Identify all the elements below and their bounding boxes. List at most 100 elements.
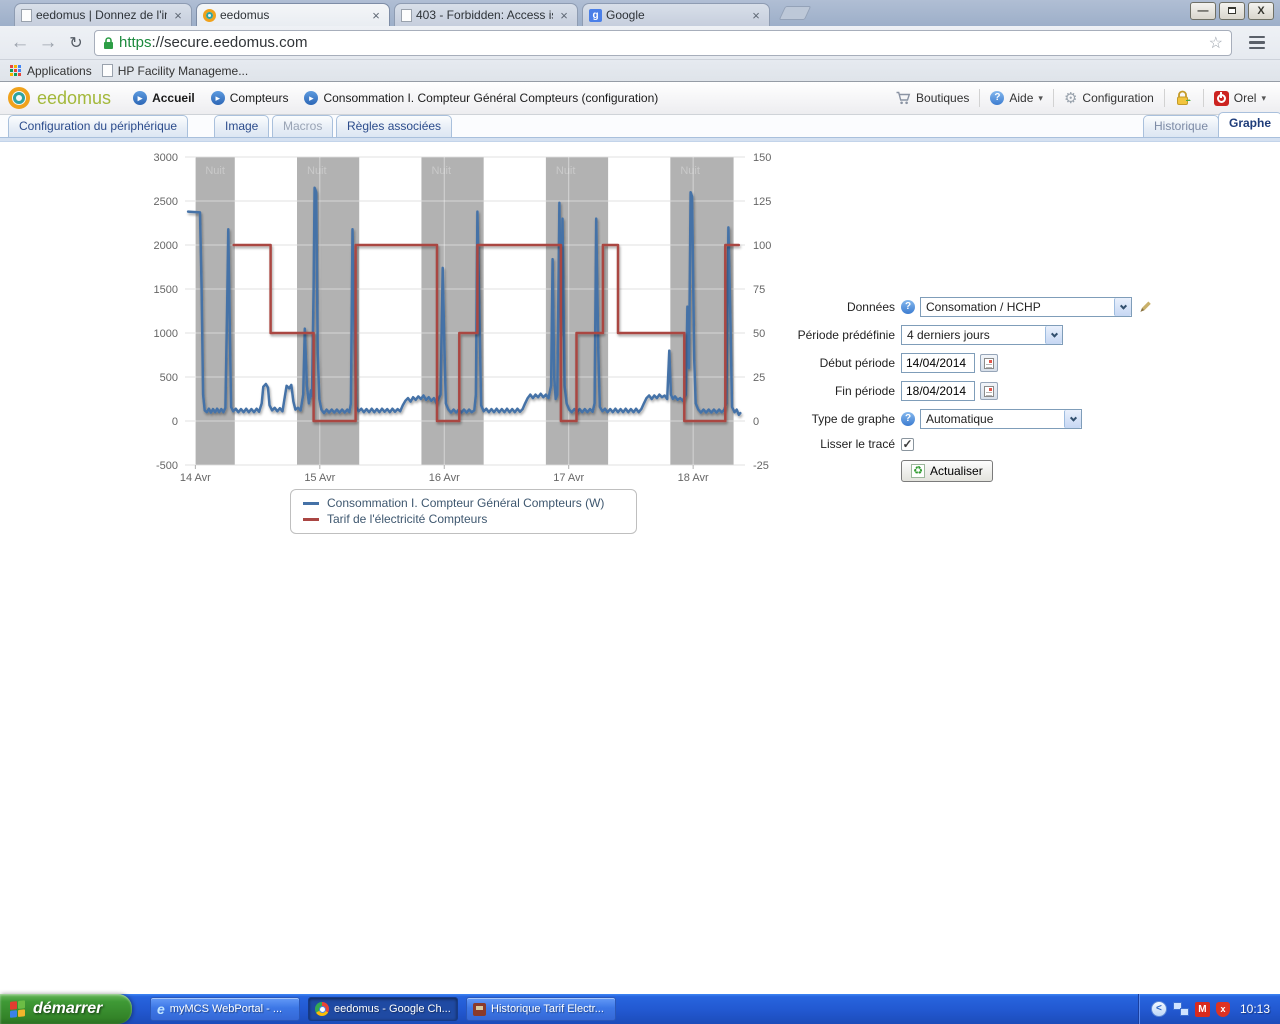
fin-date-input[interactable] (901, 381, 975, 401)
task-title: myMCS WebPortal - ... (170, 1003, 282, 1015)
boutiques-button[interactable]: Boutiques (885, 91, 979, 105)
tariff-line-swatch (303, 518, 319, 521)
browser-toolbar: ← → ↻ https://secure.eedomus.com ☆ (0, 26, 1280, 60)
legend-item-tariff[interactable]: Tarif de l'électricité Compteurs (303, 511, 624, 527)
browser-tab-1[interactable]: eedomus | Donnez de l'intelli × (14, 3, 192, 26)
select-arrow-icon[interactable] (1064, 410, 1081, 428)
back-icon[interactable]: ← (6, 32, 34, 54)
cart-icon (895, 91, 911, 105)
network-icon[interactable] (1173, 1002, 1189, 1016)
tab-title: Google (606, 8, 745, 22)
arrow-circle-icon: ▸ (304, 91, 318, 105)
tab-image[interactable]: Image (214, 115, 269, 138)
forward-icon[interactable]: → (34, 32, 62, 54)
address-bar[interactable]: https://secure.eedomus.com ☆ (94, 30, 1232, 56)
tab-close-icon[interactable]: × (557, 8, 571, 23)
legend-label: Tarif de l'électricité Compteurs (327, 512, 487, 526)
tab-close-icon[interactable]: × (749, 8, 763, 23)
page-favicon (401, 9, 412, 22)
header-actions: Boutiques ? Aide ▾ ⚙ Configuration Orel … (885, 89, 1280, 107)
user-menu-button[interactable]: Orel ▾ (1204, 91, 1280, 106)
close-button[interactable]: X (1248, 2, 1274, 20)
aide-button[interactable]: ? Aide ▾ (980, 91, 1053, 105)
restore-button[interactable] (1219, 2, 1245, 20)
tab-historique[interactable]: Historique (1143, 115, 1219, 138)
select-arrow-icon[interactable] (1045, 326, 1062, 344)
tab-configuration-peripherique[interactable]: Configuration du périphérique (8, 115, 188, 138)
consumption-line-swatch (303, 502, 319, 505)
power-icon (1214, 91, 1229, 106)
tab-title: eedomus (220, 8, 365, 22)
svg-text:75: 75 (753, 284, 765, 296)
form-row-lisser: Lisser le tracé ✓ (790, 436, 1220, 452)
tab-close-icon[interactable]: × (369, 8, 383, 23)
security-shield-icon[interactable]: x (1216, 1002, 1230, 1017)
legend-item-consumption[interactable]: Consommation I. Compteur Général Compteu… (303, 495, 624, 511)
session-lock-button[interactable] (1165, 90, 1203, 106)
form-row-type: Type de graphe ? Automatique (790, 408, 1220, 430)
svg-text:0: 0 (753, 416, 759, 428)
eedomus-logo-text[interactable]: eedomus (37, 88, 111, 109)
apps-shortcut[interactable]: Applications (10, 64, 92, 78)
user-label: Orel (1234, 91, 1257, 105)
chrome-icon (315, 1002, 329, 1016)
tray-collapse-icon[interactable]: < (1151, 1001, 1167, 1017)
periode-select[interactable]: 4 derniers jours (901, 325, 1063, 345)
tab-underline (0, 137, 1280, 142)
taskbar-button-eedomus[interactable]: eedomus - Google Ch... (308, 997, 458, 1021)
browser-tab-3[interactable]: 403 - Forbidden: Access is d × (394, 3, 578, 26)
calendar-button[interactable] (980, 354, 998, 372)
donnees-select[interactable]: Consomation / HCHP (920, 297, 1132, 317)
type-graphe-select[interactable]: Automatique (920, 409, 1082, 429)
taskbar-button-mymcs[interactable]: e myMCS WebPortal - ... (150, 997, 300, 1021)
document-icon (473, 1003, 486, 1016)
boutiques-label: Boutiques (916, 91, 969, 105)
start-label: démarrer (33, 1000, 102, 1018)
svg-text:14 Avr: 14 Avr (180, 472, 211, 484)
breadcrumb-compteurs[interactable]: ▸ Compteurs (211, 91, 289, 105)
svg-text:2500: 2500 (154, 196, 178, 208)
breadcrumb-label: Accueil (152, 91, 195, 105)
mcafee-icon[interactable]: M (1195, 1002, 1210, 1017)
minimize-button[interactable]: — (1190, 2, 1216, 20)
bookmark-star-icon[interactable]: ☆ (1209, 33, 1223, 53)
help-icon[interactable]: ? (901, 300, 915, 314)
start-button[interactable]: démarrer (0, 994, 132, 1024)
url-text: https://secure.eedomus.com (119, 34, 307, 51)
svg-text:500: 500 (160, 372, 178, 384)
chart-legend: Consommation I. Compteur Général Compteu… (290, 489, 637, 534)
edit-pencil-icon[interactable] (1137, 300, 1152, 315)
eedomus-logo-icon[interactable] (8, 87, 30, 109)
tab-graphe[interactable]: Graphe (1218, 112, 1280, 138)
fin-label: Fin période (790, 384, 895, 398)
select-arrow-icon[interactable] (1114, 298, 1131, 316)
apps-label: Applications (27, 64, 92, 78)
debut-date-input[interactable] (901, 353, 975, 373)
chrome-menu-icon[interactable] (1242, 31, 1272, 55)
taskbar-button-historique[interactable]: Historique Tarif Electr... (466, 997, 616, 1021)
configuration-button[interactable]: ⚙ Configuration (1054, 89, 1164, 107)
help-icon[interactable]: ? (901, 412, 915, 426)
browser-tab-4[interactable]: g Google × (582, 3, 770, 26)
tab-macros: Macros (272, 115, 333, 138)
tray-clock: 10:13 (1240, 1002, 1270, 1016)
browser-tab-2-active[interactable]: eedomus × (196, 3, 390, 26)
debut-label: Début période (790, 356, 895, 370)
lisser-checkbox[interactable]: ✓ (901, 438, 914, 451)
system-tray: < M x 10:13 (1138, 994, 1280, 1024)
tab-close-icon[interactable]: × (171, 8, 185, 23)
breadcrumb-accueil[interactable]: ▸ Accueil (133, 91, 195, 105)
donnees-label: Données (790, 300, 895, 314)
svg-text:0: 0 (172, 416, 178, 428)
actualiser-button[interactable]: ♻ Actualiser (901, 460, 993, 482)
tab-regles-associees[interactable]: Règles associées (336, 115, 452, 138)
type-graphe-value: Automatique (921, 410, 1064, 428)
calendar-button[interactable] (980, 382, 998, 400)
bookmark-item[interactable]: HP Facility Manageme... (102, 64, 249, 78)
chevron-down-icon: ▾ (1261, 93, 1266, 104)
breadcrumb-device[interactable]: ▸ Consommation I. Compteur Général Compt… (304, 91, 658, 105)
new-tab-button[interactable] (779, 6, 812, 20)
url-rest: ://secure.eedomus.com (152, 34, 308, 51)
eedomus-header: eedomus ▸ Accueil ▸ Compteurs ▸ Consomma… (0, 82, 1280, 115)
reload-icon[interactable]: ↻ (62, 33, 90, 53)
